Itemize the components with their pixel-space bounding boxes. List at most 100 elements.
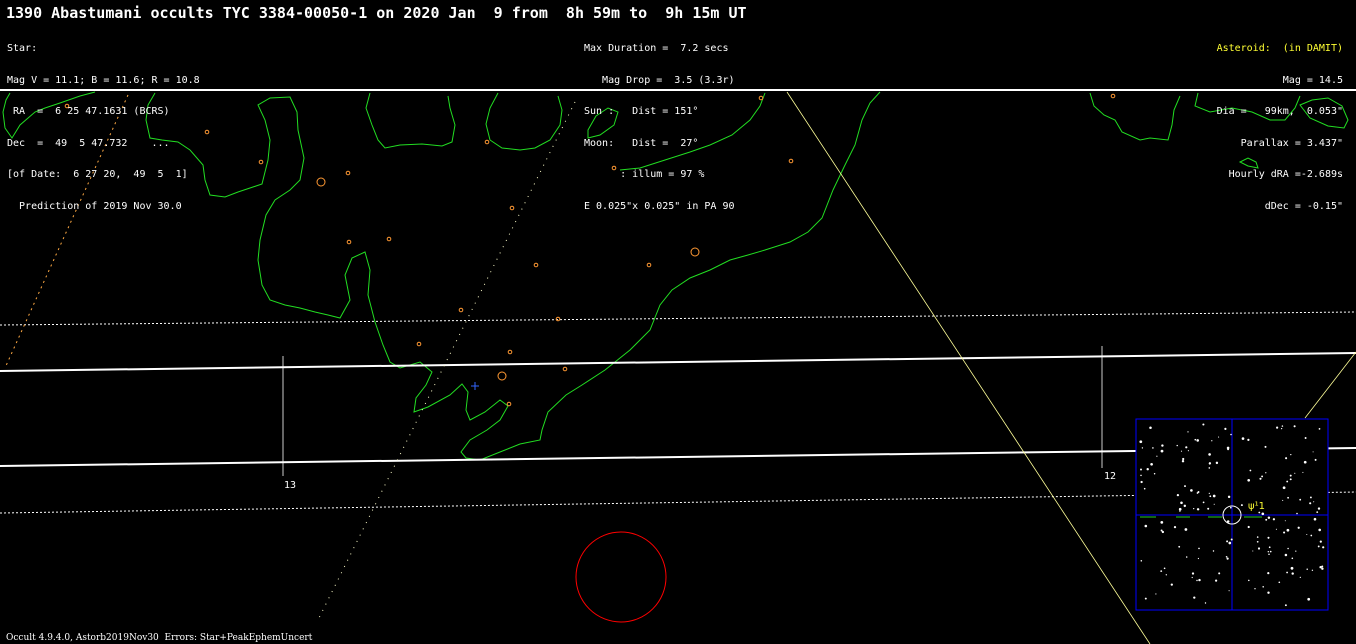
inset-star bbox=[1207, 507, 1210, 510]
asteroid-info-line: Mag = 14.5 bbox=[1282, 74, 1343, 86]
inset-star bbox=[1267, 591, 1270, 594]
inset-star bbox=[1240, 504, 1243, 507]
inset-star bbox=[1180, 501, 1183, 505]
inset-star bbox=[1179, 510, 1181, 512]
inset-star bbox=[1144, 597, 1147, 600]
event-info-line: Moon: Dist = 27° bbox=[584, 137, 699, 149]
inset-star bbox=[1268, 553, 1270, 556]
inset-star bbox=[1282, 499, 1284, 501]
right-diagonal-line bbox=[1304, 351, 1356, 419]
inset-star bbox=[1156, 455, 1158, 457]
inset-star bbox=[1322, 546, 1325, 549]
inset-star bbox=[1218, 436, 1220, 438]
inset-star bbox=[1155, 593, 1157, 595]
inset-star bbox=[1289, 474, 1292, 477]
inset-star bbox=[1183, 504, 1187, 508]
inset-star bbox=[1272, 518, 1276, 521]
event-info-line: Max Duration = 7.2 secs bbox=[584, 43, 729, 54]
inset-star bbox=[1281, 425, 1284, 427]
inset-star bbox=[1226, 557, 1229, 560]
inset-star bbox=[1317, 507, 1321, 510]
inset-star bbox=[1287, 496, 1289, 499]
inset-star bbox=[1149, 426, 1152, 429]
inset-star bbox=[1282, 486, 1286, 490]
event-info-line: : illum = 97 % bbox=[584, 169, 705, 180]
event-info-line: Sun : Dist = 151° bbox=[584, 106, 699, 117]
inset-star bbox=[1193, 507, 1195, 510]
inset-star bbox=[1316, 511, 1319, 513]
inset-star bbox=[1306, 568, 1308, 570]
inset-star bbox=[1176, 493, 1180, 497]
inset-star bbox=[1286, 480, 1289, 483]
inset-star bbox=[1218, 572, 1221, 575]
asteroid-info: Asteroid: (in DAMIT) Mag = 14.5 Dia = 99… bbox=[1217, 23, 1343, 223]
inset-star bbox=[1278, 581, 1281, 584]
inset-star bbox=[1293, 425, 1296, 428]
inset-star bbox=[1267, 536, 1270, 539]
inset-star bbox=[1196, 508, 1200, 511]
inset-star bbox=[1259, 477, 1262, 480]
inset-star bbox=[1153, 472, 1156, 475]
inset-star bbox=[1198, 578, 1201, 582]
inset-star bbox=[1230, 538, 1233, 541]
inset-star bbox=[1309, 502, 1312, 505]
inset-star bbox=[1265, 472, 1267, 474]
inset-star bbox=[1173, 525, 1177, 529]
inset-star bbox=[1267, 572, 1270, 575]
inset-star bbox=[1187, 450, 1189, 452]
inset-star bbox=[1143, 487, 1146, 490]
inset-star bbox=[1276, 426, 1279, 429]
inset-star bbox=[1247, 478, 1251, 482]
inset-star bbox=[1314, 458, 1317, 461]
inset-star bbox=[1212, 494, 1216, 498]
star-info-line: Star: bbox=[7, 43, 38, 54]
inset-star bbox=[1285, 457, 1288, 460]
inset-star bbox=[1230, 433, 1232, 436]
inset-star bbox=[1261, 475, 1264, 478]
inset-star bbox=[1313, 517, 1317, 521]
inset-star bbox=[1295, 550, 1297, 552]
inset-star bbox=[1311, 569, 1314, 571]
inset-star bbox=[1290, 566, 1294, 570]
inset-star-label: ψ¹1 bbox=[1248, 501, 1265, 512]
north-error-line bbox=[0, 311, 1356, 326]
inset-star bbox=[1215, 579, 1218, 582]
inset-star bbox=[1193, 596, 1196, 599]
inset-star bbox=[1194, 438, 1197, 441]
inset-star bbox=[1247, 525, 1250, 529]
inset-star bbox=[1286, 528, 1290, 532]
inset-star bbox=[1303, 460, 1307, 464]
inset-star bbox=[1318, 428, 1321, 430]
inset-star bbox=[1212, 550, 1215, 552]
inset-star bbox=[1208, 492, 1210, 494]
inset-star bbox=[1198, 547, 1200, 550]
inset-star bbox=[1225, 555, 1228, 558]
inset-star bbox=[1213, 503, 1215, 505]
inset-star bbox=[1140, 480, 1143, 484]
inset-star bbox=[1190, 489, 1193, 492]
inset-star bbox=[1299, 498, 1302, 501]
center-line bbox=[786, 91, 1151, 644]
inset-star bbox=[1227, 448, 1230, 451]
north-limit-line bbox=[0, 352, 1356, 372]
inset-star bbox=[1140, 468, 1142, 471]
asteroid-header: Asteroid: (in DAMIT) bbox=[1216, 43, 1343, 54]
star-info-line: [of Date: 6 27 20, 49 5 1] bbox=[7, 169, 188, 180]
inset-star bbox=[1160, 521, 1164, 524]
inset-star bbox=[1256, 536, 1259, 538]
event-info-line: E 0.025"x 0.025" in PA 90 bbox=[584, 200, 735, 212]
inset-star bbox=[1146, 468, 1149, 471]
inset-star bbox=[1160, 570, 1163, 572]
inset-star bbox=[1289, 478, 1292, 481]
star-info-line: Dec = 49 5 47.732 ... bbox=[7, 137, 170, 149]
inset-star bbox=[1312, 451, 1314, 453]
inset-star bbox=[1291, 572, 1294, 575]
inset-star bbox=[1229, 506, 1232, 509]
inset-star bbox=[1297, 526, 1300, 529]
inset-star bbox=[1261, 512, 1265, 516]
inset-star bbox=[1152, 447, 1154, 449]
inset-star bbox=[1176, 444, 1178, 447]
inset-star bbox=[1191, 572, 1195, 575]
time-label-12: 12 bbox=[1104, 471, 1117, 482]
inset-star bbox=[1284, 553, 1288, 557]
